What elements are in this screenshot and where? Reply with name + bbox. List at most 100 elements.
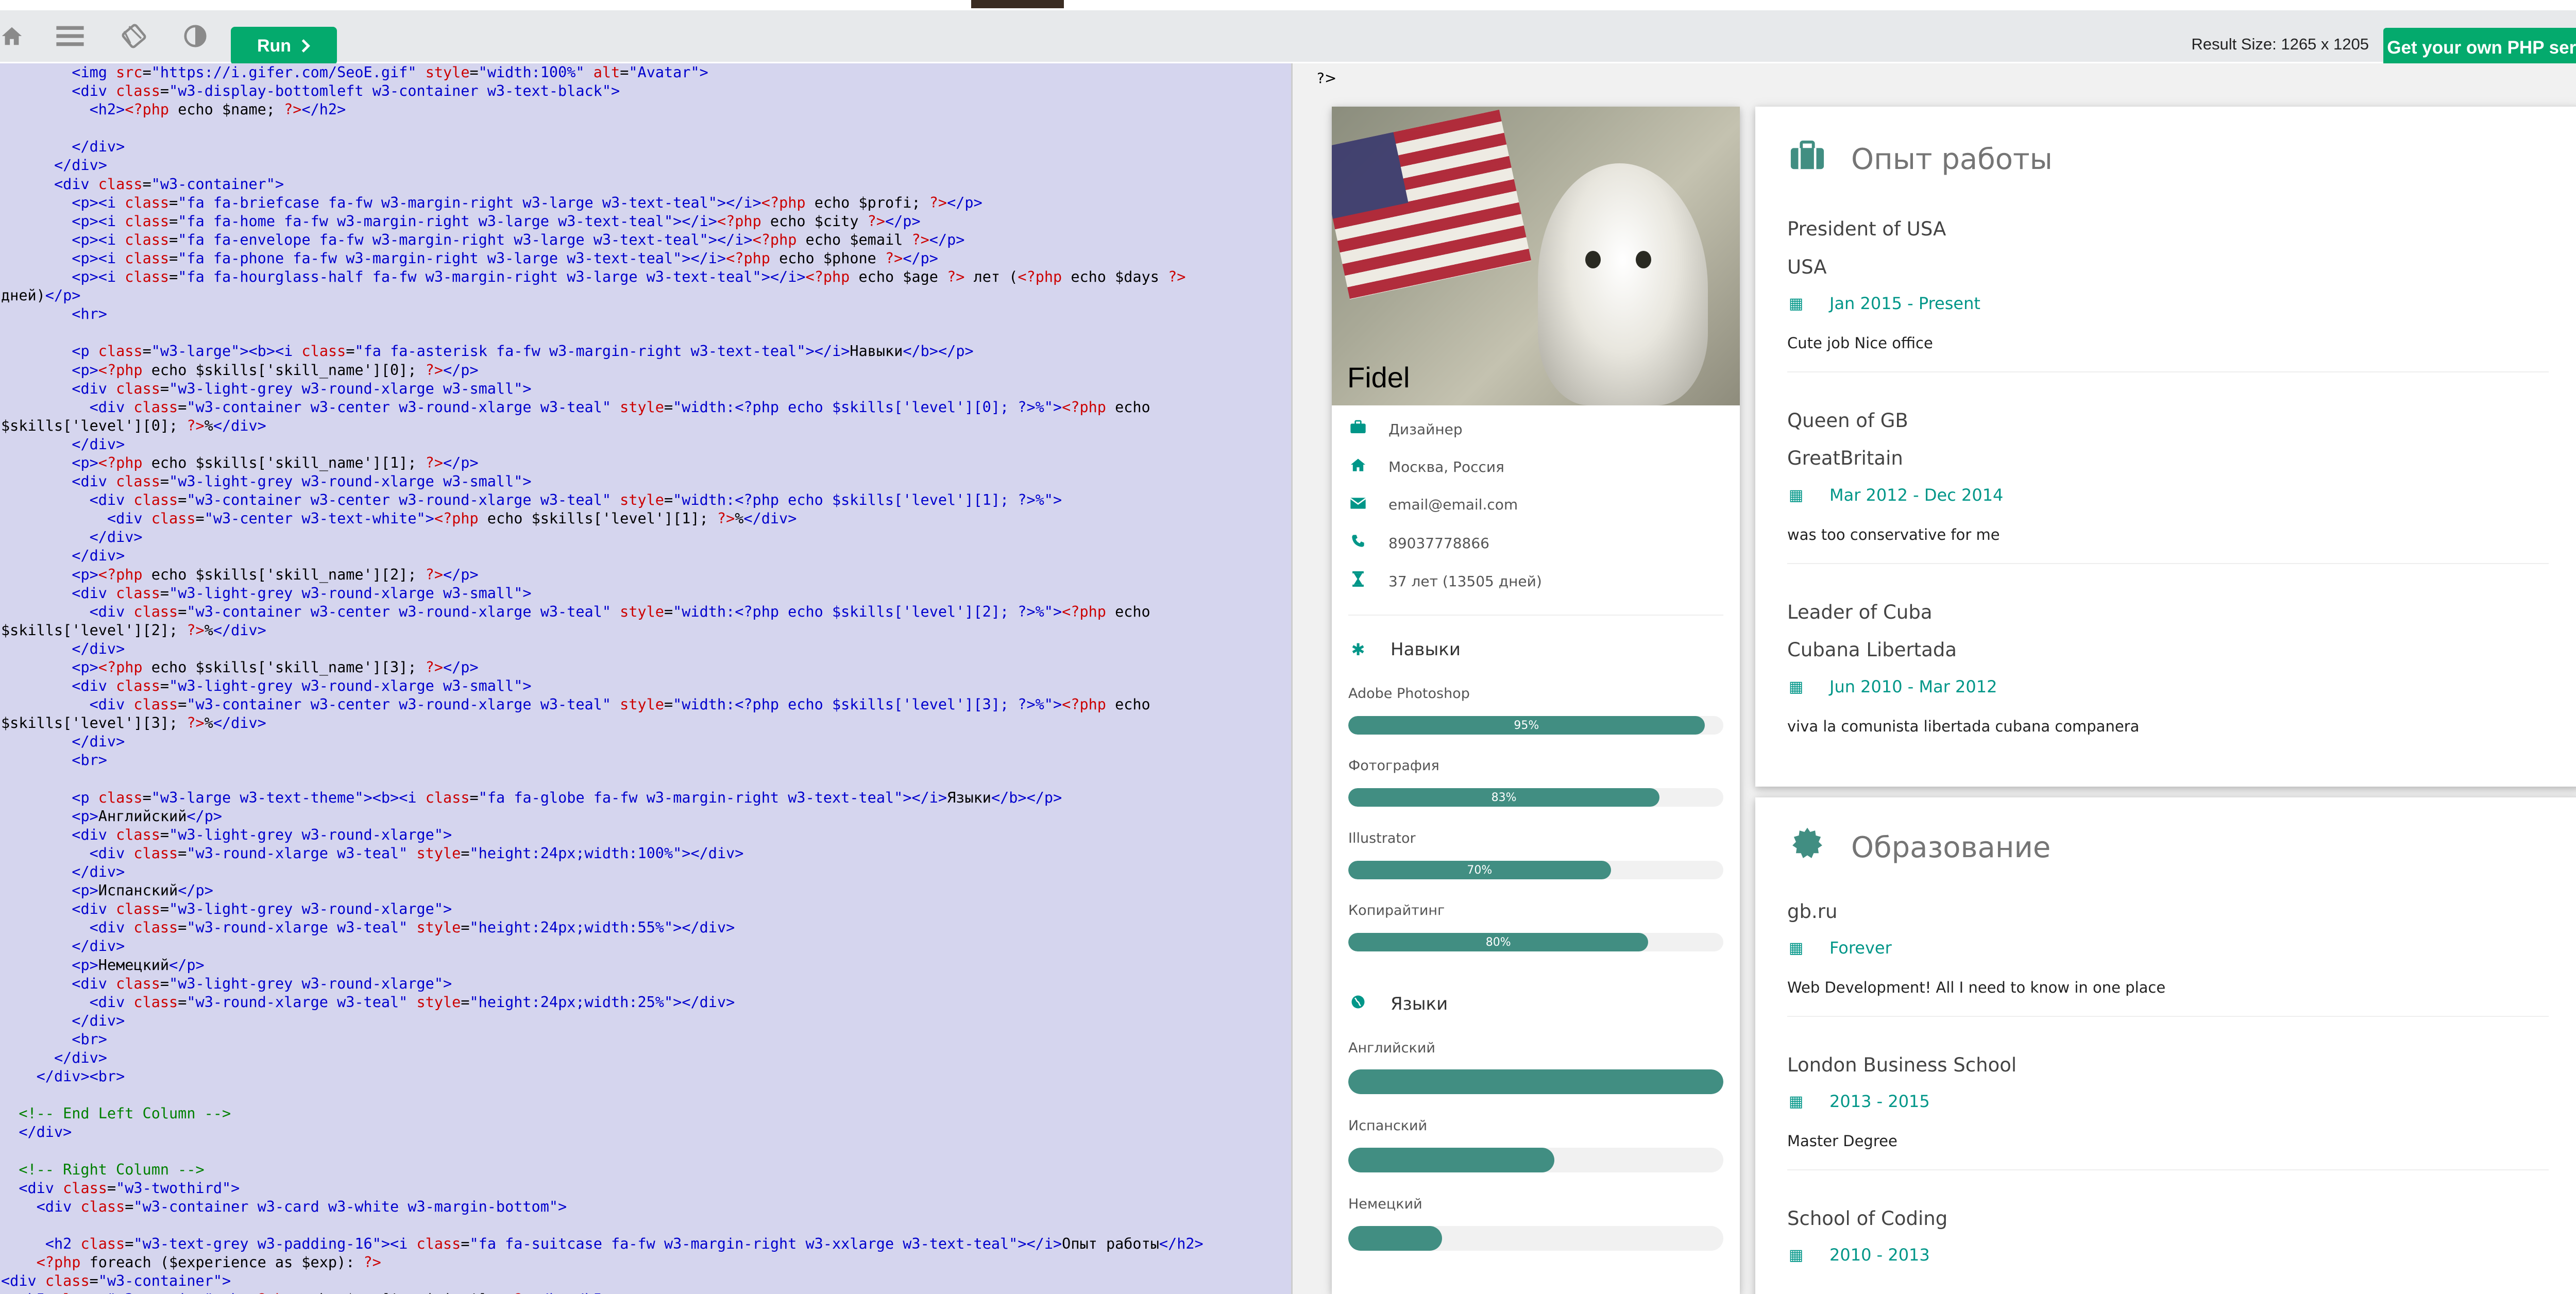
languages-heading: Языки [1348, 994, 1448, 1014]
skill-label: Adobe Photoshop [1348, 686, 1470, 702]
school-dates: ▦ Forever [1787, 938, 1892, 958]
calendar-icon: ▦ [1788, 939, 1804, 957]
divider [1787, 371, 2549, 372]
skill-bar: 95% [1348, 716, 1723, 735]
language-bar [1348, 1148, 1723, 1172]
stray-php-text: ?> [1317, 70, 1337, 87]
house-icon [1348, 457, 1368, 476]
language-label: Испанский [1348, 1118, 1428, 1134]
language-bar-fill [1348, 1148, 1555, 1172]
result-pane: ?> Fidel Дизайнер Москва, Россия email@e… [1301, 63, 2576, 1294]
job-company: USA [1787, 256, 1827, 278]
skill-bar-fill: 95% [1348, 716, 1705, 735]
cat-graphic [1538, 163, 1708, 405]
calendar-icon: ▦ [1788, 486, 1804, 504]
education-heading: Образование [1789, 826, 2050, 869]
menu-icon[interactable] [55, 10, 86, 62]
job-position: Leader of Cuba [1787, 601, 1933, 623]
school-dates: ▦ 2010 - 2013 [1787, 1245, 1930, 1265]
job-company: Cubana Libertada [1787, 639, 1957, 661]
certificate-icon [1789, 826, 1825, 869]
skill-bar: 83% [1348, 788, 1723, 807]
experience-heading: Опыт работы [1789, 140, 2053, 179]
home-icon[interactable] [0, 10, 24, 62]
calendar-icon: ▦ [1788, 294, 1804, 313]
education-card: Образование gb.ru ▦ Forever Web Developm… [1755, 797, 2576, 1294]
profile-name: Fidel [1347, 361, 1410, 394]
toolbar: Run Result Size: 1265 x 1205 Get your ow… [0, 10, 2576, 68]
calendar-icon: ▦ [1788, 677, 1804, 696]
hourglass-icon [1348, 571, 1368, 591]
language-label: Немецкий [1348, 1196, 1422, 1212]
job-position: Queen of GB [1787, 410, 1908, 432]
suitcase-icon [1789, 140, 1825, 179]
profile-card: Fidel Дизайнер Москва, Россия email@emai… [1332, 107, 1740, 1294]
school-description: Master Degree [1787, 1132, 1897, 1150]
languages-title: Языки [1391, 994, 1448, 1014]
experience-card: Опыт работы President of USA USA ▦ Jan 2… [1755, 107, 2576, 787]
divider [1348, 615, 1723, 616]
skill-label: Копирайтинг [1348, 903, 1445, 918]
code-editor[interactable]: <img src="https://i.gifer.com/SeoE.gif" … [0, 63, 1291, 1294]
contrast-icon[interactable] [182, 10, 208, 62]
email-text: email@email.com [1388, 496, 1518, 513]
job-dates: ▦ Jan 2015 - Present [1787, 294, 1980, 313]
city-row: Москва, Россия [1348, 457, 1504, 476]
run-label: Run [257, 36, 292, 56]
profession-text: Дизайнер [1388, 420, 1463, 438]
language-bar-fill [1348, 1069, 1723, 1094]
skill-bar-fill: 83% [1348, 788, 1660, 807]
age-text: 37 лет (13505 дней) [1388, 572, 1542, 590]
divider [1787, 563, 2549, 564]
profession-row: Дизайнер [1348, 420, 1463, 438]
skill-bar-fill: 80% [1348, 933, 1649, 951]
envelope-icon [1348, 496, 1368, 514]
skill-label: Фотография [1348, 758, 1439, 774]
language-bar [1348, 1069, 1723, 1094]
school-name: London Business School [1787, 1054, 2017, 1076]
top-thumbnail [971, 0, 1064, 8]
skills-title: Навыки [1391, 639, 1461, 660]
code-text[interactable]: <img src="https://i.gifer.com/SeoE.gif" … [0, 63, 1291, 1294]
skills-heading: ✱ Навыки [1348, 639, 1461, 660]
calendar-icon: ▦ [1788, 1246, 1804, 1264]
run-button[interactable]: Run [231, 27, 337, 65]
job-company: GreatBritain [1787, 447, 1903, 469]
school-description: Web Development! All I need to know in o… [1787, 979, 2166, 996]
divider [1787, 1169, 2549, 1170]
language-label: Английский [1348, 1040, 1435, 1056]
phone-text: 89037778866 [1388, 534, 1489, 552]
avatar-image: Fidel [1332, 107, 1740, 405]
divider [1787, 1016, 2549, 1017]
skill-bar-fill: 70% [1348, 861, 1611, 879]
language-bar-fill [1348, 1226, 1442, 1251]
asterisk-icon: ✱ [1351, 640, 1365, 659]
job-position: President of USA [1787, 218, 1946, 240]
job-description: was too conservative for me [1787, 526, 2000, 543]
skill-label: Illustrator [1348, 830, 1416, 846]
job-dates: ▦ Mar 2012 - Dec 2014 [1787, 485, 2004, 505]
skill-bar: 70% [1348, 861, 1723, 879]
globe-icon [1348, 994, 1368, 1014]
school-name: gb.ru [1787, 900, 1838, 923]
experience-title: Опыт работы [1851, 143, 2053, 176]
job-description: viva la comunista libertada cubana compa… [1787, 718, 2140, 735]
skill-bar: 80% [1348, 933, 1723, 951]
school-name: School of Coding [1787, 1207, 1948, 1230]
age-row: 37 лет (13505 дней) [1348, 571, 1542, 591]
phone-row: 89037778866 [1348, 534, 1489, 552]
pane-divider[interactable] [1291, 63, 1301, 1294]
education-title: Образование [1851, 830, 2051, 864]
briefcase-icon [1348, 420, 1368, 438]
language-bar [1348, 1226, 1723, 1251]
city-text: Москва, Россия [1388, 458, 1504, 475]
job-dates: ▦ Jun 2010 - Mar 2012 [1787, 677, 1997, 696]
get-php-server-button[interactable]: Get your own PHP server [2383, 28, 2576, 68]
calendar-icon: ▦ [1788, 1092, 1804, 1111]
school-dates: ▦ 2013 - 2015 [1787, 1092, 1930, 1111]
flag-graphic [1332, 109, 1532, 300]
email-row: email@email.com [1348, 496, 1518, 514]
result-size-label: Result Size: 1265 x 1205 [2191, 35, 2369, 53]
rotate-icon[interactable] [118, 10, 149, 62]
phone-icon [1348, 534, 1368, 552]
